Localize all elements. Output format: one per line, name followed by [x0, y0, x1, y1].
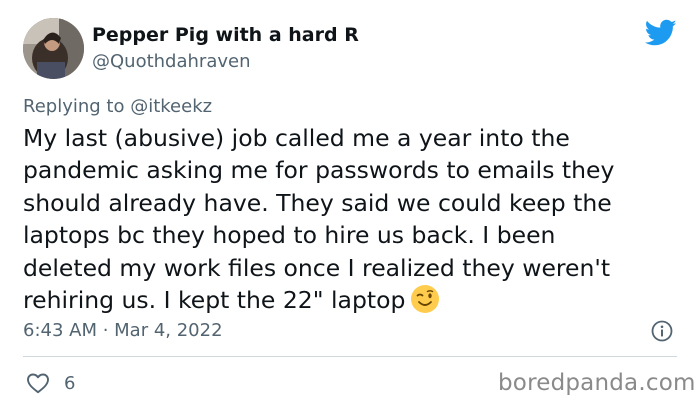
twitter-bird-icon[interactable]	[645, 19, 677, 47]
tweet-text-line: should already have. They said we could …	[23, 188, 612, 217]
author-handle[interactable]: @Quothdahraven	[92, 51, 250, 72]
tweet-text: My last (abusive) job called me a year i…	[23, 122, 683, 316]
avatar[interactable]	[23, 18, 84, 79]
winking-face-emoji-icon	[410, 284, 440, 314]
reply-mention-link[interactable]: @itkeekz	[130, 96, 212, 117]
tweet-text-last-line: rehiring us. I kept the 22" laptop	[23, 284, 683, 316]
tweet-text-line: rehiring us. I kept the 22" laptop	[23, 286, 406, 315]
heart-icon[interactable]	[26, 372, 50, 394]
tweet-text-line: pandemic asking me for passwords to emai…	[23, 156, 615, 185]
tweet-text-line: deleted my work files once I realized th…	[23, 253, 611, 282]
tweet-text-line: laptops bc they hoped to hire us back. I…	[23, 221, 556, 250]
tweet-text-line: My last (abusive) job called me a year i…	[23, 124, 570, 152]
divider	[23, 356, 677, 357]
boredpanda-watermark: boredpanda.com	[498, 370, 696, 396]
tweet-timestamp[interactable]: 6:43 AM · Mar 4, 2022	[23, 320, 223, 341]
info-icon[interactable]	[651, 320, 673, 342]
reply-context: Replying to @itkeekz	[23, 96, 212, 117]
avatar-photo	[23, 18, 84, 79]
author-display-name[interactable]: Pepper Pig with a hard R	[92, 24, 359, 46]
like-count: 6	[64, 373, 76, 394]
reply-prefix: Replying to	[23, 96, 125, 117]
